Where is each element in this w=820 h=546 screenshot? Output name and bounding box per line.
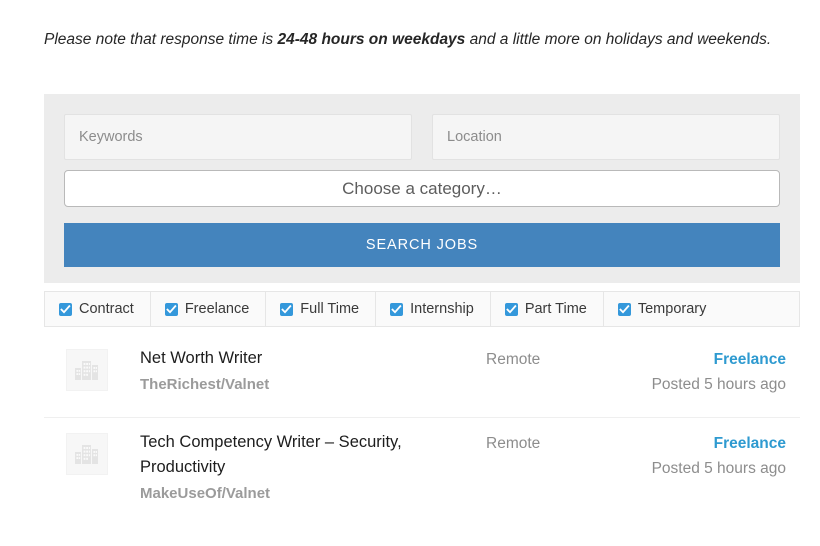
job-type-filter-bar: Contract Freelance Full Time Internship … [44, 291, 800, 327]
filter-temporary[interactable]: Temporary [604, 292, 723, 326]
filter-freelance[interactable]: Freelance [151, 292, 267, 326]
buildings-icon [75, 445, 98, 464]
filter-label: Freelance [184, 301, 250, 317]
search-jobs-label: Search Jobs [365, 237, 479, 253]
company-logo-placeholder [66, 349, 108, 391]
checkbox-checked-icon[interactable] [617, 302, 631, 316]
company-logo-placeholder [66, 433, 108, 475]
job-listings: Net Worth Writer TheRichest/Valnet Remot… [44, 334, 800, 520]
job-listing-row[interactable]: Tech Competency Writer – Security, Produ… [44, 418, 800, 520]
checkbox-checked-icon[interactable] [504, 302, 518, 316]
job-company: MakeUseOf/Valnet [140, 485, 271, 502]
location-input[interactable] [432, 114, 780, 160]
job-details: Net Worth Writer TheRichest/Valnet [108, 346, 486, 397]
job-title[interactable]: Net Worth Writer [140, 346, 476, 371]
checkbox-checked-icon[interactable] [390, 302, 404, 316]
filter-label: Contract [79, 301, 134, 317]
category-select-value: Choose a category… [342, 178, 502, 198]
checkbox-checked-icon[interactable] [59, 302, 72, 316]
filter-label: Part Time [524, 301, 587, 317]
job-posted-date: Posted 5 hours ago [651, 376, 786, 393]
search-jobs-button[interactable]: Search Jobs [64, 223, 780, 267]
checkbox-checked-icon[interactable] [164, 302, 178, 316]
job-meta: Freelance Posted 5 hours ago [636, 346, 800, 397]
job-location: Remote [486, 435, 541, 452]
filter-label: Internship [410, 301, 474, 317]
buildings-icon [75, 361, 98, 380]
keywords-input[interactable] [64, 114, 412, 160]
note-prefix: Please note that response time is [44, 30, 278, 48]
job-type-badge[interactable]: Freelance [636, 347, 786, 372]
search-field-row [64, 114, 780, 160]
job-posted-date: Posted 5 hours ago [651, 460, 786, 477]
job-company: TheRichest/Valnet [140, 376, 270, 393]
note-suffix: and a little more on holidays and weeken… [465, 30, 772, 48]
job-meta: Freelance Posted 5 hours ago [636, 430, 800, 481]
job-search-page: Please note that response time is 24-48 … [0, 0, 820, 546]
job-search-form: Choose a category… Search Jobs [44, 94, 800, 283]
response-time-note: Please note that response time is 24-48 … [44, 24, 816, 55]
filter-internship[interactable]: Internship [376, 292, 491, 326]
job-type-badge[interactable]: Freelance [636, 431, 786, 456]
filter-part-time[interactable]: Part Time [491, 292, 604, 326]
category-select[interactable]: Choose a category… [64, 170, 780, 207]
filter-label: Full Time [300, 301, 360, 317]
filter-full-time[interactable]: Full Time [266, 292, 377, 326]
job-listing-row[interactable]: Net Worth Writer TheRichest/Valnet Remot… [44, 334, 800, 418]
filter-contract[interactable]: Contract [45, 292, 151, 326]
job-location: Remote [486, 351, 541, 368]
job-details: Tech Competency Writer – Security, Produ… [108, 430, 486, 506]
checkbox-checked-icon[interactable] [280, 302, 294, 316]
note-emphasis: 24-48 hours on weekdays [277, 30, 466, 48]
job-title[interactable]: Tech Competency Writer – Security, Produ… [140, 430, 476, 480]
filter-label: Temporary [637, 301, 707, 317]
